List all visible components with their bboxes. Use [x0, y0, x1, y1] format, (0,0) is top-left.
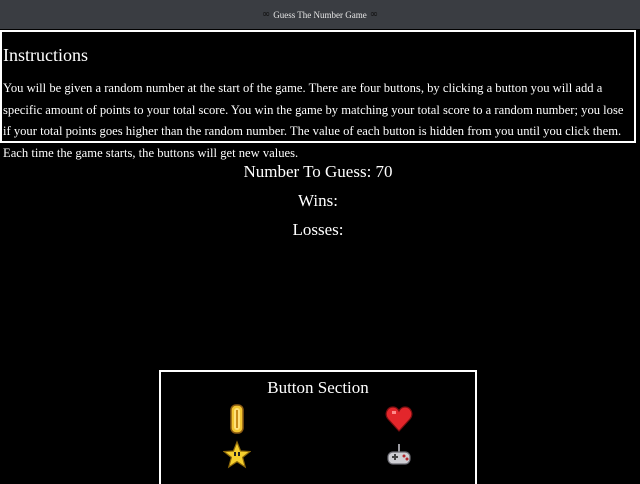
- coin-button[interactable]: [223, 404, 251, 434]
- gamepad-button[interactable]: [385, 440, 413, 470]
- instructions-text: You will be given a random number at the…: [3, 81, 624, 160]
- infinity-icon: ∞: [261, 9, 271, 20]
- wins-count: Wins:: [298, 191, 338, 210]
- heart-icon: [385, 406, 413, 432]
- star-button[interactable]: [222, 440, 252, 470]
- gamepad-icon: [387, 444, 411, 465]
- title-bar: ∞ Guess The Number Game ∞: [0, 0, 640, 29]
- score-stats: Number To Guess: 70 Wins: Losses:: [0, 157, 636, 244]
- number-to-guess: Number To Guess: 70: [243, 162, 393, 181]
- heart-button[interactable]: [385, 404, 413, 434]
- coin-icon: [230, 404, 244, 434]
- instructions-panel: Instructions You will be given a random …: [0, 30, 636, 160]
- losses-count: Losses:: [292, 220, 344, 239]
- infinity-icon: ∞: [369, 9, 379, 20]
- instructions-heading: Instructions: [3, 45, 88, 65]
- button-section-heading: Button Section: [267, 378, 369, 397]
- star-icon: [222, 440, 252, 469]
- window-title: Guess The Number Game: [273, 9, 367, 20]
- button-section: Button Section: [159, 370, 477, 484]
